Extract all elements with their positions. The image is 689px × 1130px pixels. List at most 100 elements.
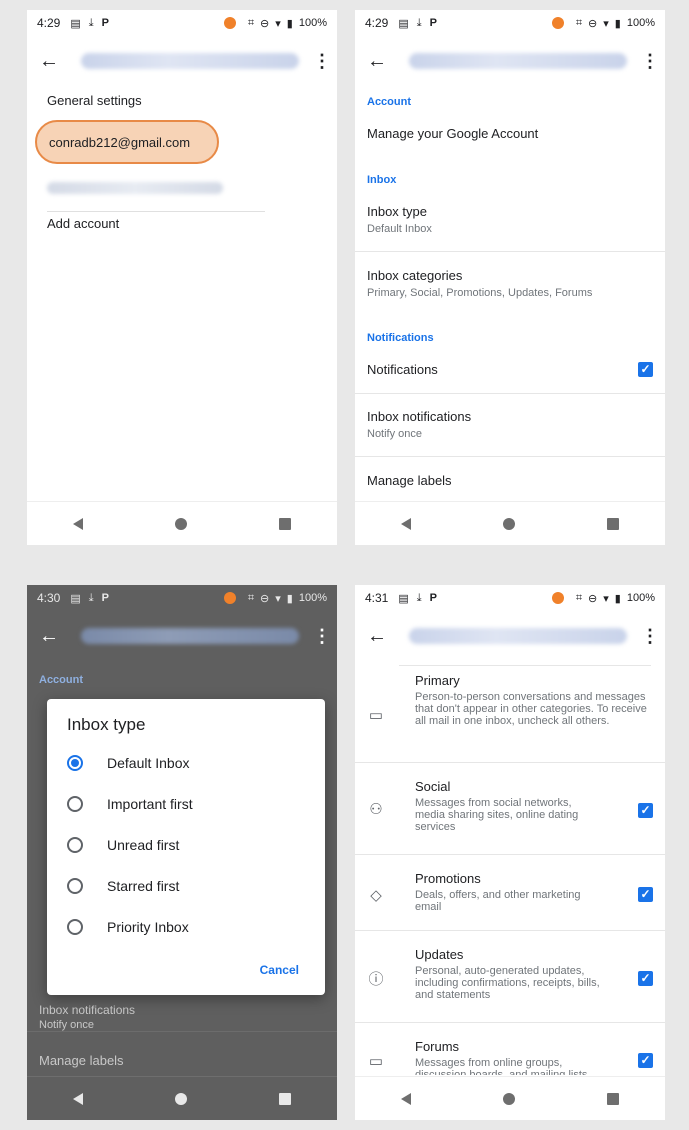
account-item-highlighted[interactable]: conradb212@gmail.com — [35, 120, 219, 164]
inbox-type-row[interactable]: Inbox type Default Inbox — [355, 204, 665, 252]
nav-back-icon[interactable] — [401, 1092, 411, 1105]
nav-recents-icon[interactable] — [279, 517, 291, 530]
recording-dot-icon — [551, 592, 564, 604]
radio-unselected-icon[interactable] — [67, 796, 83, 812]
divider — [399, 665, 651, 666]
status-time: 4:29 — [37, 16, 61, 30]
notifications-title: Notifications — [367, 362, 438, 377]
redacted-account-item[interactable] — [47, 182, 223, 194]
nav-home-icon[interactable] — [503, 517, 515, 530]
app-bar: ← ⋮ — [27, 40, 337, 82]
category-row-social[interactable]: ⚇ Social Messages from social networks, … — [355, 763, 665, 855]
updates-checkbox[interactable]: ✓ — [638, 971, 653, 986]
app-bar: ← ⋮ — [355, 40, 665, 82]
wifi-icon: ▾ — [275, 592, 281, 605]
parking-icon: P — [101, 17, 109, 29]
more-vert-icon: ⋮ — [313, 625, 331, 646]
calendar-icon: ▤ — [70, 592, 81, 605]
inbox-notifications-title: Inbox notifications — [367, 409, 472, 424]
nav-recents-icon[interactable] — [607, 517, 619, 530]
notifications-checkbox[interactable]: ✓ — [638, 362, 653, 377]
section-header-inbox: Inbox — [367, 174, 397, 186]
nav-back-icon[interactable] — [73, 517, 83, 530]
nav-recents-icon[interactable] — [279, 1092, 291, 1105]
manage-google-account-row[interactable]: Manage your Google Account — [355, 126, 665, 158]
option-starred-first[interactable]: Starred first — [67, 878, 179, 894]
promotions-checkbox[interactable]: ✓ — [638, 887, 653, 902]
social-checkbox[interactable]: ✓ — [638, 803, 653, 818]
option-label: Default Inbox — [107, 755, 190, 771]
category-description: Messages from social networks, media sha… — [415, 797, 579, 833]
category-name: Social — [415, 779, 451, 794]
back-arrow-icon[interactable]: ← — [367, 50, 395, 73]
category-name: Forums — [415, 1039, 460, 1054]
status-bar: 4:29 ▤ ⤓ P ⌗ ⊖ ▾ ▮ 100% — [355, 10, 665, 36]
status-time: 4:30 — [37, 591, 61, 605]
option-default-inbox[interactable]: Default Inbox — [67, 755, 190, 771]
wifi-icon: ▾ — [275, 17, 281, 30]
people-icon: ⚇ — [369, 801, 383, 818]
download-icon: ⤓ — [88, 591, 94, 604]
category-row-updates[interactable]: ⓘ Updates Personal, auto-generated updat… — [355, 931, 665, 1023]
dnd-icon: ⊖ — [588, 592, 598, 605]
divider — [27, 1031, 337, 1032]
category-row-primary[interactable]: ▭ Primary Person-to-person conversations… — [355, 669, 665, 763]
parking-icon: P — [429, 17, 437, 29]
option-label: Priority Inbox — [107, 919, 189, 935]
notifications-row[interactable]: Notifications ✓ — [355, 362, 665, 394]
parking-icon: P — [101, 592, 109, 604]
nfc-icon: ⌗ — [575, 591, 583, 604]
bg-notify-once: Notify once — [39, 1019, 95, 1031]
radio-selected-icon[interactable] — [67, 755, 83, 771]
option-unread-first[interactable]: Unread first — [67, 837, 179, 853]
inbox-notifications-row[interactable]: Inbox notifications Notify once — [355, 409, 665, 457]
calendar-icon: ▤ — [70, 17, 81, 30]
general-settings-item[interactable]: General settings — [47, 93, 142, 108]
more-vert-icon[interactable]: ⋮ — [641, 626, 659, 647]
nav-home-icon[interactable] — [175, 517, 187, 530]
bg-manage-labels: Manage labels — [39, 1053, 124, 1068]
back-arrow-icon: ← — [39, 624, 59, 647]
option-important-first[interactable]: Important first — [67, 796, 193, 812]
nav-home-icon[interactable] — [175, 1092, 187, 1105]
more-vert-icon[interactable]: ⋮ — [313, 51, 331, 72]
add-account-item[interactable]: Add account — [47, 216, 119, 231]
manage-labels-row[interactable]: Manage labels — [355, 473, 665, 503]
radio-unselected-icon[interactable] — [67, 878, 83, 894]
section-header-account: Account — [367, 96, 411, 108]
battery-icon: ▮ — [614, 592, 621, 605]
nfc-icon: ⌗ — [247, 591, 255, 604]
back-arrow-icon[interactable]: ← — [367, 625, 395, 648]
nav-back-icon[interactable] — [73, 1092, 83, 1105]
nav-back-icon[interactable] — [401, 517, 411, 530]
option-priority-inbox[interactable]: Priority Inbox — [67, 919, 189, 935]
inbox-type-dialog: Inbox type Default Inbox Important first… — [47, 699, 325, 995]
category-description: Person-to-person conversations and messa… — [415, 691, 647, 727]
back-arrow-icon[interactable]: ← — [39, 50, 67, 73]
battery-percent: 100% — [626, 592, 655, 604]
category-row-forums[interactable]: ▭ Forums Messages from online groups, di… — [355, 1023, 665, 1075]
radio-unselected-icon[interactable] — [67, 837, 83, 853]
inbox-icon: ▭ — [368, 707, 384, 724]
nfc-icon: ⌗ — [575, 16, 583, 29]
nav-recents-icon[interactable] — [607, 1092, 619, 1105]
battery-percent: 100% — [298, 592, 327, 604]
nav-home-icon[interactable] — [503, 1092, 515, 1105]
battery-percent: 100% — [298, 17, 327, 29]
forums-checkbox[interactable]: ✓ — [638, 1053, 653, 1068]
manage-labels-label: Manage labels — [367, 473, 452, 488]
inbox-notifications-value: Notify once — [367, 428, 423, 440]
category-row-promotions[interactable]: ◇ Promotions Deals, offers, and other ma… — [355, 855, 665, 931]
dnd-icon: ⊖ — [260, 592, 270, 605]
dialog-title: Inbox type — [67, 715, 146, 734]
more-vert-icon[interactable]: ⋮ — [641, 51, 659, 72]
radio-unselected-icon[interactable] — [67, 919, 83, 935]
nav-bar — [355, 501, 665, 545]
cancel-button[interactable]: Cancel — [260, 963, 299, 977]
divider — [47, 211, 265, 212]
inbox-categories-row[interactable]: Inbox categories Primary, Social, Promot… — [355, 268, 665, 320]
section-header-notifications: Notifications — [367, 332, 434, 344]
status-time: 4:29 — [365, 16, 389, 30]
app-bar: ← ⋮ — [355, 615, 665, 657]
option-label: Important first — [107, 796, 193, 812]
